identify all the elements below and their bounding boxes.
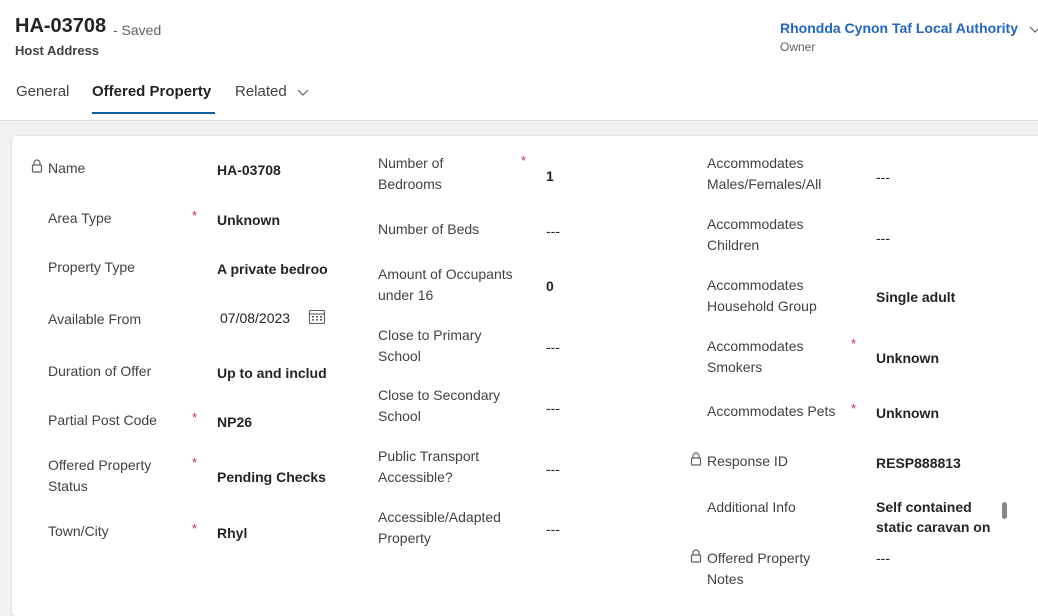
response-id-value[interactable]: RESP888813 xyxy=(876,453,1001,473)
number-of-bedrooms-label: Number of Bedrooms xyxy=(378,155,444,192)
offered-property-notes-label: Offered Property Notes xyxy=(707,550,811,587)
accommodates-smokers-value[interactable]: Unknown xyxy=(876,348,1001,368)
accommodates-children-label: Accommodates Children xyxy=(707,216,804,253)
tab-related[interactable]: Related xyxy=(235,83,309,100)
response-id-label: Response ID xyxy=(707,453,788,469)
town-city-label: Town/City xyxy=(48,523,109,539)
accessible-adapted-value[interactable]: --- xyxy=(546,519,666,539)
lock-icon xyxy=(690,549,702,563)
occupants-under-16-value[interactable]: 0 xyxy=(546,276,666,296)
name-value[interactable]: HA-03708 xyxy=(217,160,332,180)
offered-property-notes-value[interactable]: --- xyxy=(876,548,1001,568)
public-transport-label: Public Transport Accessible? xyxy=(378,448,480,485)
header-divider xyxy=(0,120,1038,121)
close-to-primary-school-label: Close to Primary School xyxy=(378,327,482,364)
public-transport-value[interactable]: --- xyxy=(546,459,666,479)
area-type-value[interactable]: Unknown xyxy=(217,210,332,230)
accommodates-children-value[interactable]: --- xyxy=(876,228,1001,248)
record-header: HA-03708 - Saved Host Address Rhondda Cy… xyxy=(0,0,1038,120)
form-section xyxy=(12,136,1038,616)
number-of-bedrooms-value[interactable]: 1 xyxy=(546,166,666,186)
available-from-input[interactable]: 07/08/2023 xyxy=(220,308,300,328)
property-type-value[interactable]: A private bedroom xyxy=(217,259,327,279)
owner-link[interactable]: Rhondda Cynon Taf Local Authority xyxy=(780,20,1018,36)
town-city-value[interactable]: Rhyl xyxy=(217,523,332,543)
duration-of-offer-label: Duration of Offer xyxy=(48,363,152,379)
partial-post-code-label: Partial Post Code xyxy=(48,412,157,428)
required-marker: * xyxy=(192,455,198,470)
lock-icon xyxy=(31,159,43,173)
chevron-down-icon[interactable] xyxy=(1028,22,1038,36)
accommodates-gender-value[interactable]: --- xyxy=(876,167,1001,187)
number-of-beds-value[interactable]: --- xyxy=(546,221,666,241)
occupants-under-16-label: Amount of Occupants under 16 xyxy=(378,266,513,303)
accommodates-household-group-label: Accommodates Household Group xyxy=(707,277,817,314)
record-title: HA-03708 xyxy=(15,15,107,37)
offered-property-status-label: Offered Property Status xyxy=(48,457,152,494)
calendar-icon[interactable] xyxy=(308,308,326,326)
close-to-secondary-school-value[interactable]: --- xyxy=(546,398,666,418)
tab-offered-property[interactable]: Offered Property xyxy=(92,83,211,100)
required-marker: * xyxy=(192,521,198,536)
number-of-beds-label: Number of Beds xyxy=(378,221,480,237)
duration-of-offer-value[interactable]: Up to and including xyxy=(217,363,327,383)
lock-icon xyxy=(690,452,702,466)
additional-info-label: Additional Info xyxy=(707,499,796,515)
required-marker: * xyxy=(521,153,527,168)
owner-label: Owner xyxy=(780,40,816,54)
required-marker: * xyxy=(192,410,198,425)
tab-general[interactable]: General xyxy=(16,83,69,100)
accommodates-pets-value[interactable]: Unknown xyxy=(876,403,1001,423)
additional-info-value[interactable]: Self contained static caravan on xyxy=(876,497,996,537)
partial-post-code-value[interactable]: NP26 xyxy=(217,412,332,432)
close-to-secondary-school-label: Close to Secondary School xyxy=(378,387,501,424)
required-marker: * xyxy=(851,401,857,416)
accommodates-household-group-value[interactable]: Single adult xyxy=(876,287,1001,307)
accommodates-pets-label: Accommodates Pets xyxy=(707,403,836,419)
active-tab-indicator xyxy=(92,112,215,114)
accessible-adapted-label: Accessible/Adapted Property xyxy=(378,509,501,546)
chevron-down-icon xyxy=(297,89,309,96)
close-to-primary-school-value[interactable]: --- xyxy=(546,337,666,357)
accommodates-gender-label: Accommodates Males/Females/All xyxy=(707,155,822,192)
available-from-label: Available From xyxy=(48,311,142,327)
required-marker: * xyxy=(851,336,857,351)
name-label: Name xyxy=(48,160,86,176)
entity-name: Host Address xyxy=(15,43,100,58)
accommodates-smokers-label: Accommodates Smokers xyxy=(707,338,804,375)
area-type-label: Area Type xyxy=(48,210,112,226)
required-marker: * xyxy=(192,208,198,223)
property-type-label: Property Type xyxy=(48,259,135,275)
tab-related-label: Related xyxy=(235,83,287,100)
offered-property-status-value[interactable]: Pending Checks xyxy=(217,467,332,487)
textarea-scrollbar[interactable] xyxy=(1002,502,1007,519)
save-status: - Saved xyxy=(113,22,162,38)
